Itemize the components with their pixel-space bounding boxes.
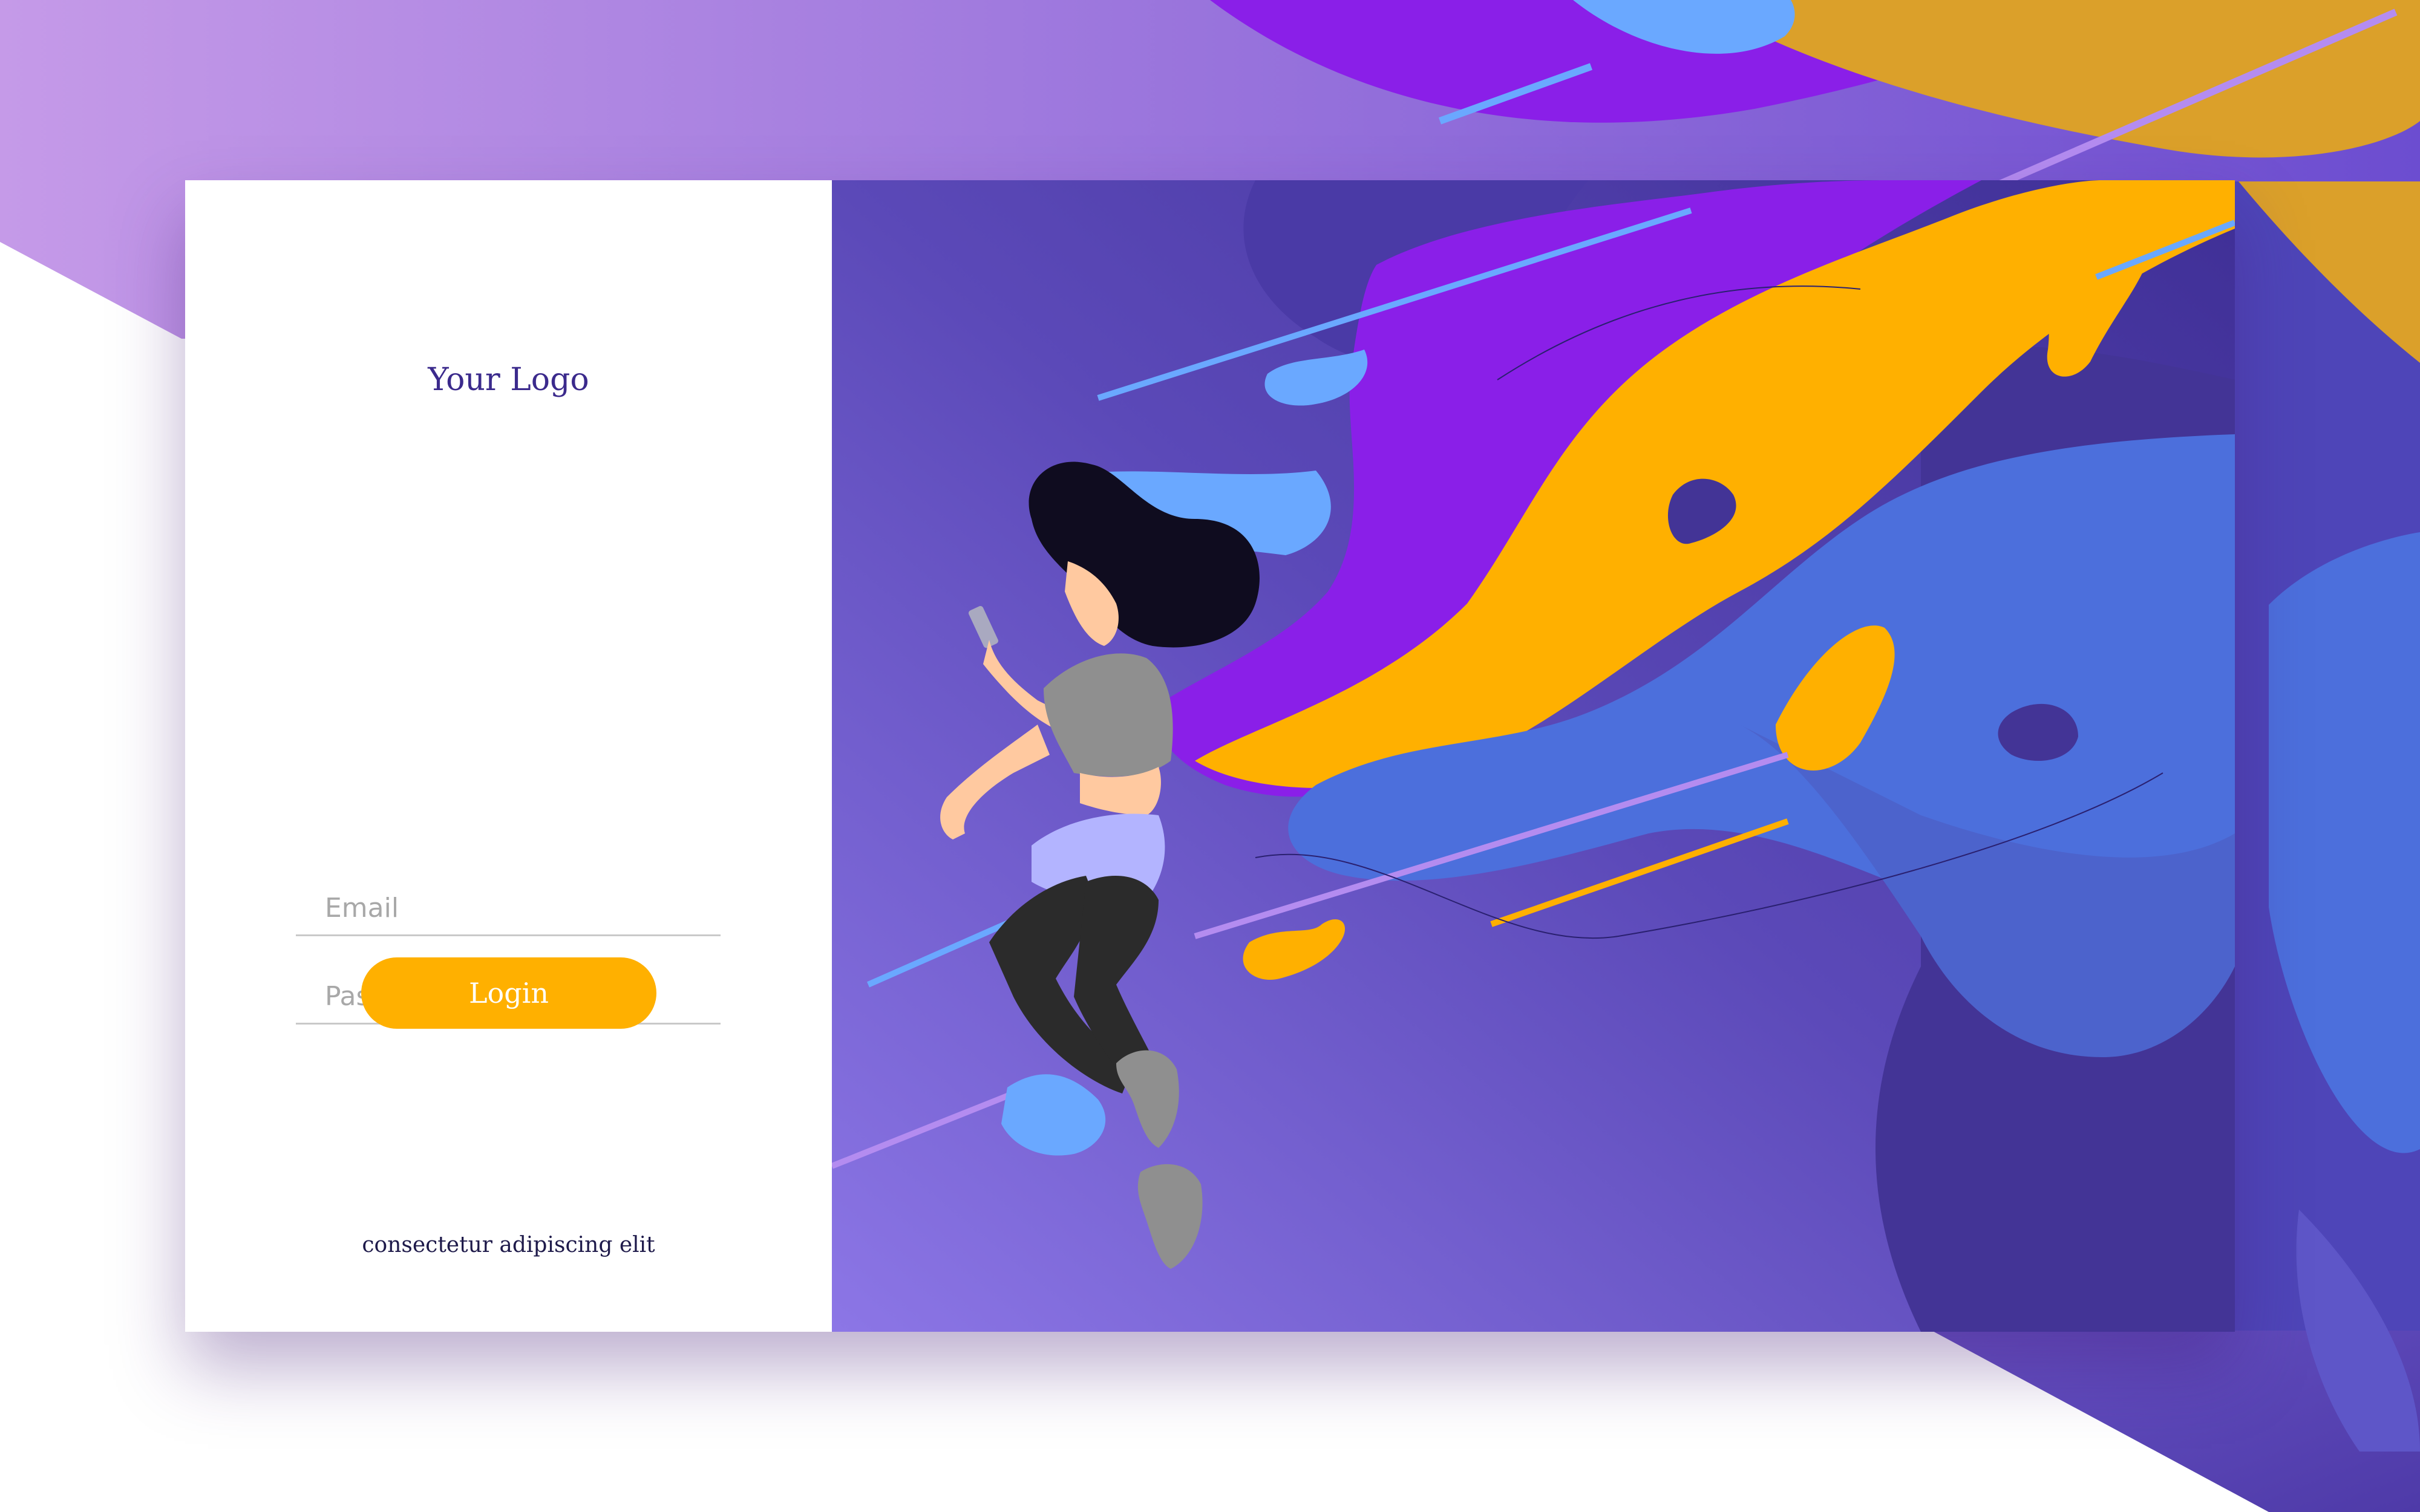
logo-text: Your Logo	[428, 362, 589, 398]
login-panel: Your Logo Login consectetur adipiscing e…	[185, 180, 832, 1332]
fluid-waves-illustration	[832, 180, 2235, 1332]
illustration-panel	[832, 180, 2235, 1332]
email-field[interactable]	[296, 889, 721, 936]
login-card: Your Logo Login consectetur adipiscing e…	[185, 180, 2235, 1332]
login-button[interactable]: Login	[361, 957, 656, 1029]
footer-text: consectetur adipiscing elit	[362, 1233, 655, 1257]
